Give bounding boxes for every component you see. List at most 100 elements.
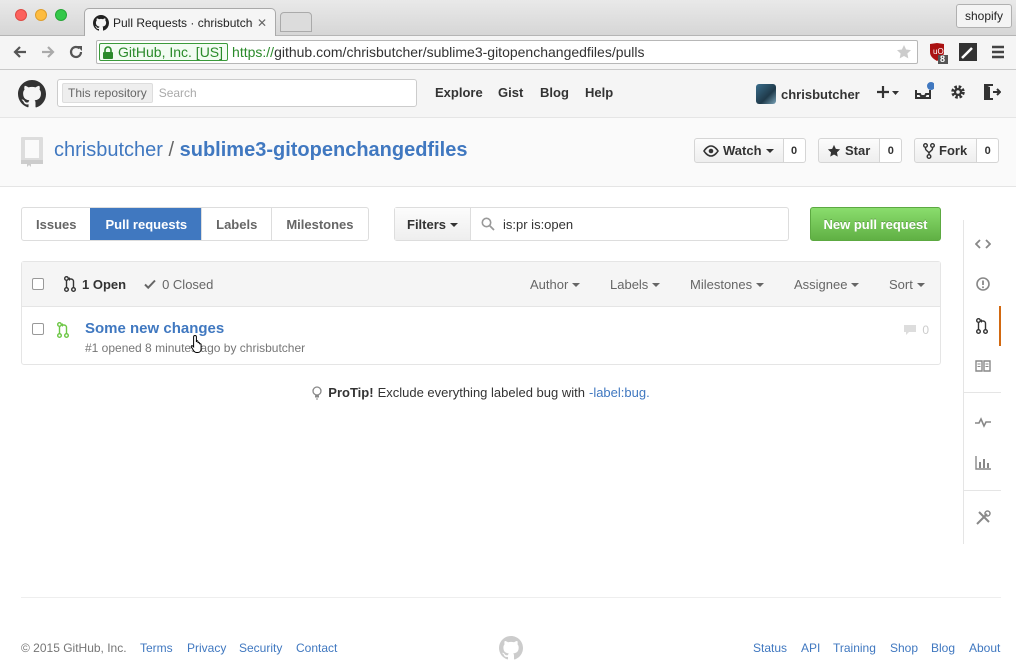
footer-link-security[interactable]: Security [239, 641, 282, 655]
user-profile-link[interactable]: chrisbutcher [756, 84, 860, 104]
nav-help[interactable]: Help [585, 85, 613, 100]
window-minimize-button[interactable] [35, 9, 47, 21]
nav-blog[interactable]: Blog [540, 85, 569, 100]
table-row[interactable]: Some new changes #1 opened 8 minutes ago… [22, 307, 940, 364]
filter-search-input[interactable]: is:pr is:open [471, 208, 788, 240]
pull-request-list: 1 Open 0 Closed Author Labels Milestones… [21, 261, 941, 365]
chevron-down-icon [652, 283, 661, 287]
address-bar[interactable]: GitHub, Inc. [US] https://github.com/chr… [96, 40, 918, 64]
chevron-down-icon [756, 283, 765, 287]
ublock-icon[interactable]: uO 8 [928, 42, 948, 64]
watch-count[interactable]: 0 [783, 138, 806, 163]
footer-link-training[interactable]: Training [833, 641, 876, 655]
comment-icon [904, 325, 917, 335]
star-button-group: Star 0 [818, 138, 903, 163]
footer-link-shop[interactable]: Shop [890, 641, 918, 655]
protip-lead: ProTip! [328, 385, 374, 400]
footer-link-api[interactable]: API [801, 641, 820, 655]
filter-bar: Filters is:pr is:open [394, 207, 789, 241]
forward-arrow-icon[interactable] [37, 41, 59, 63]
chevron-down-icon [450, 222, 459, 227]
protip: ProTip! Exclude everything labeled bug w… [0, 385, 962, 400]
closed-filter-link[interactable]: 0 Closed [144, 277, 213, 292]
select-all-checkbox[interactable] [32, 278, 44, 290]
subnav-pull-requests[interactable]: Pull requests [90, 208, 202, 240]
open-count-label: 1 Open [82, 276, 127, 292]
protip-query-link[interactable]: -label:bug. [589, 385, 650, 400]
chevron-down-icon [916, 283, 925, 287]
new-pull-request-button[interactable]: New pull request [810, 207, 941, 241]
pulse-icon[interactable] [964, 402, 1001, 442]
reload-icon[interactable] [65, 41, 87, 63]
hamburger-menu-icon[interactable] [990, 44, 1010, 64]
fork-count[interactable]: 0 [977, 138, 1000, 163]
nav-explore[interactable]: Explore [435, 85, 483, 100]
subnav-issues[interactable]: Issues [22, 208, 90, 240]
extension-badge: 8 [940, 54, 946, 64]
footer-link-blog[interactable]: Blog [931, 641, 955, 655]
window-maximize-button[interactable] [55, 9, 67, 21]
github-logo-icon[interactable] [18, 80, 46, 108]
protip-text: Exclude everything labeled bug with [377, 385, 585, 400]
browser-tab-strip: Pull Requests · chrisbutcher ✕ shopify [0, 0, 1016, 37]
settings-tools-icon[interactable] [964, 498, 1001, 538]
nav-gist[interactable]: Gist [498, 85, 523, 100]
footer-link-privacy[interactable]: Privacy [187, 641, 226, 655]
search-scope-badge[interactable]: This repository [62, 83, 153, 103]
new-tab-button[interactable] [280, 12, 312, 32]
wiki-book-icon[interactable] [964, 346, 1001, 386]
ev-certificate-badge[interactable]: GitHub, Inc. [US] [99, 43, 229, 61]
window-close-button[interactable] [15, 9, 27, 21]
author-filter-dropdown[interactable]: Author [530, 277, 581, 292]
footer-link-contact[interactable]: Contact [296, 641, 337, 655]
repo-owner-link[interactable]: chrisbutcher [54, 139, 163, 161]
notifications-icon[interactable] [914, 82, 934, 102]
pull-requests-icon[interactable] [964, 306, 1001, 346]
filters-dropdown-button[interactable]: Filters [395, 208, 472, 240]
chevron-down-icon [572, 283, 581, 287]
state-toggle: 1 Open 0 Closed [52, 276, 231, 292]
fork-label: Fork [939, 143, 968, 158]
star-count[interactable]: 0 [880, 138, 903, 163]
open-filter-link[interactable]: 1 Open [64, 276, 126, 292]
graphs-icon[interactable] [964, 443, 1001, 483]
footer-link-status[interactable]: Status [753, 641, 787, 655]
url-scheme: https:// [232, 44, 275, 60]
milestones-filter-dropdown[interactable]: Milestones [690, 277, 765, 292]
star-icon[interactable] [896, 44, 912, 60]
side-nav-divider [964, 490, 1001, 491]
pr-select-checkbox[interactable] [32, 323, 44, 335]
watch-button[interactable]: Watch [694, 138, 784, 163]
subnav-milestones[interactable]: Milestones [271, 208, 367, 240]
issues-icon[interactable] [964, 264, 1001, 304]
fork-icon [923, 142, 935, 159]
back-arrow-icon[interactable] [9, 41, 31, 63]
browser-toolbar: GitHub, Inc. [US] https://github.com/chr… [0, 36, 1016, 70]
fork-button-group: Fork 0 [914, 138, 1000, 163]
check-icon [144, 279, 156, 290]
hand-cursor-icon [190, 334, 202, 353]
fork-button[interactable]: Fork [914, 138, 978, 163]
labels-filter-label: Labels [610, 277, 649, 292]
pr-comments-link[interactable]: 0 [903, 323, 929, 337]
code-icon[interactable] [964, 224, 1001, 264]
subnav-labels[interactable]: Labels [201, 208, 271, 240]
tab-close-icon[interactable]: ✕ [257, 16, 267, 30]
settings-gear-icon[interactable] [950, 84, 966, 100]
footer-link-about[interactable]: About [969, 641, 1000, 655]
sign-out-icon[interactable] [983, 84, 1001, 100]
lock-icon [103, 45, 113, 59]
footer-link-terms[interactable]: Terms [140, 641, 173, 655]
star-button[interactable]: Star [818, 138, 881, 163]
watch-button-group: Watch 0 [694, 138, 806, 163]
browser-tab-active[interactable]: Pull Requests · chrisbutcher ✕ [84, 8, 276, 37]
sort-dropdown[interactable]: Sort [889, 277, 925, 292]
pencil-icon[interactable] [958, 42, 978, 62]
plus-dropdown-icon[interactable] [876, 84, 900, 100]
search-input[interactable]: This repository Search [57, 79, 417, 107]
assignee-filter-dropdown[interactable]: Assignee [794, 277, 860, 292]
repo-name-link[interactable]: sublime3-gitopenchangedfiles [180, 139, 468, 161]
profile-button[interactable]: shopify [955, 4, 1012, 28]
repository-header: chrisbutcher / sublime3-gitopenchangedfi… [0, 118, 1016, 187]
labels-filter-dropdown[interactable]: Labels [610, 277, 661, 292]
